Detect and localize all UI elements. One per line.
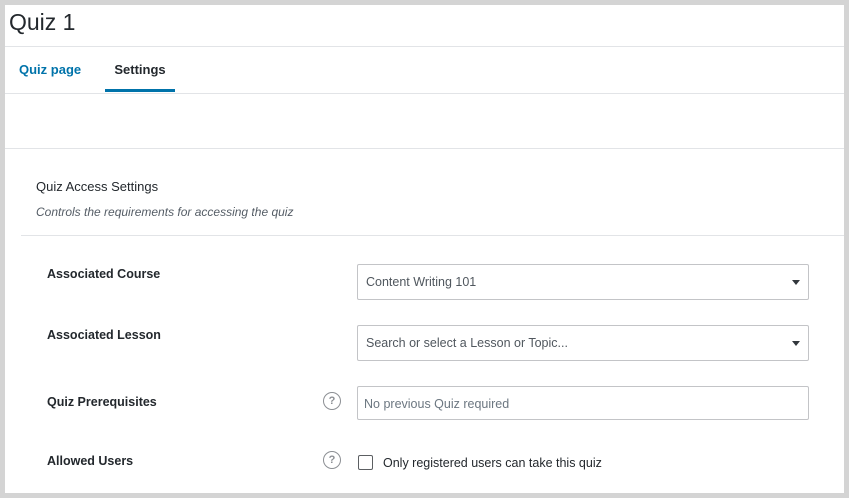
allowed-users-label: Allowed Users xyxy=(47,454,134,468)
associated-course-select[interactable]: Content Writing 101 xyxy=(357,264,809,300)
tab-bar: Quiz page Settings xyxy=(5,47,844,94)
section-header: Quiz Access Settings Controls the requir… xyxy=(21,149,844,236)
quiz-prerequisites-placeholder: No previous Quiz required xyxy=(364,397,510,411)
dropdown-caret-icon xyxy=(792,341,800,346)
section-title: Quiz Access Settings xyxy=(36,179,159,194)
quiz-prerequisites-label: Quiz Prerequisites xyxy=(47,395,157,409)
associated-course-label: Associated Course xyxy=(47,267,161,281)
title-bar: Quiz 1 xyxy=(5,5,844,47)
associated-course-value: Content Writing 101 xyxy=(366,275,477,289)
associated-lesson-select[interactable]: Search or select a Lesson or Topic... xyxy=(357,325,809,361)
page-title: Quiz 1 xyxy=(9,9,76,35)
tab-settings[interactable]: Settings xyxy=(105,47,175,92)
section-description: Controls the requirements for accessing … xyxy=(36,205,294,219)
associated-lesson-label: Associated Lesson xyxy=(47,328,161,342)
help-icon[interactable]: ? xyxy=(323,451,341,469)
quiz-edit-panel: Quiz 1 Quiz page Settings Quiz Access Se… xyxy=(5,5,844,493)
registered-users-checkbox-label[interactable]: Only registered users can take this quiz xyxy=(383,456,602,470)
empty-spacer xyxy=(5,94,844,149)
registered-users-checkbox[interactable] xyxy=(358,455,373,470)
help-icon[interactable]: ? xyxy=(323,392,341,410)
associated-lesson-placeholder: Search or select a Lesson or Topic... xyxy=(366,336,568,350)
quiz-prerequisites-input[interactable]: No previous Quiz required xyxy=(357,386,809,420)
tab-quiz-page[interactable]: Quiz page xyxy=(19,47,81,89)
dropdown-caret-icon xyxy=(792,280,800,285)
